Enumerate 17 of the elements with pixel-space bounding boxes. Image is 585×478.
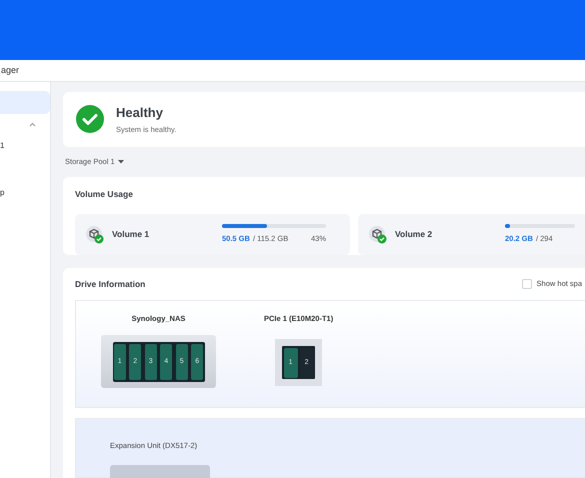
volume-name: Volume 2 bbox=[395, 228, 434, 241]
checkbox[interactable] bbox=[522, 279, 532, 289]
volume-name: Volume 1 bbox=[112, 228, 150, 241]
check-icon bbox=[76, 105, 104, 134]
sidebar-item[interactable]: 1 bbox=[0, 134, 50, 157]
sidebar-item[interactable] bbox=[0, 91, 50, 114]
sidebar-item[interactable]: p bbox=[0, 181, 50, 204]
sidebar-label: p bbox=[0, 186, 4, 198]
health-title: Healthy bbox=[116, 104, 164, 122]
caret-icon bbox=[118, 160, 124, 164]
chevron-icon[interactable] bbox=[29, 122, 36, 126]
volume-icon bbox=[86, 226, 104, 244]
section-title: Drive Information bbox=[75, 278, 146, 290]
section-title: Volume Usage bbox=[75, 188, 134, 201]
volume-icon bbox=[369, 226, 387, 244]
window-title: ager bbox=[0, 64, 20, 77]
sidebar-label: 1 bbox=[0, 140, 4, 152]
